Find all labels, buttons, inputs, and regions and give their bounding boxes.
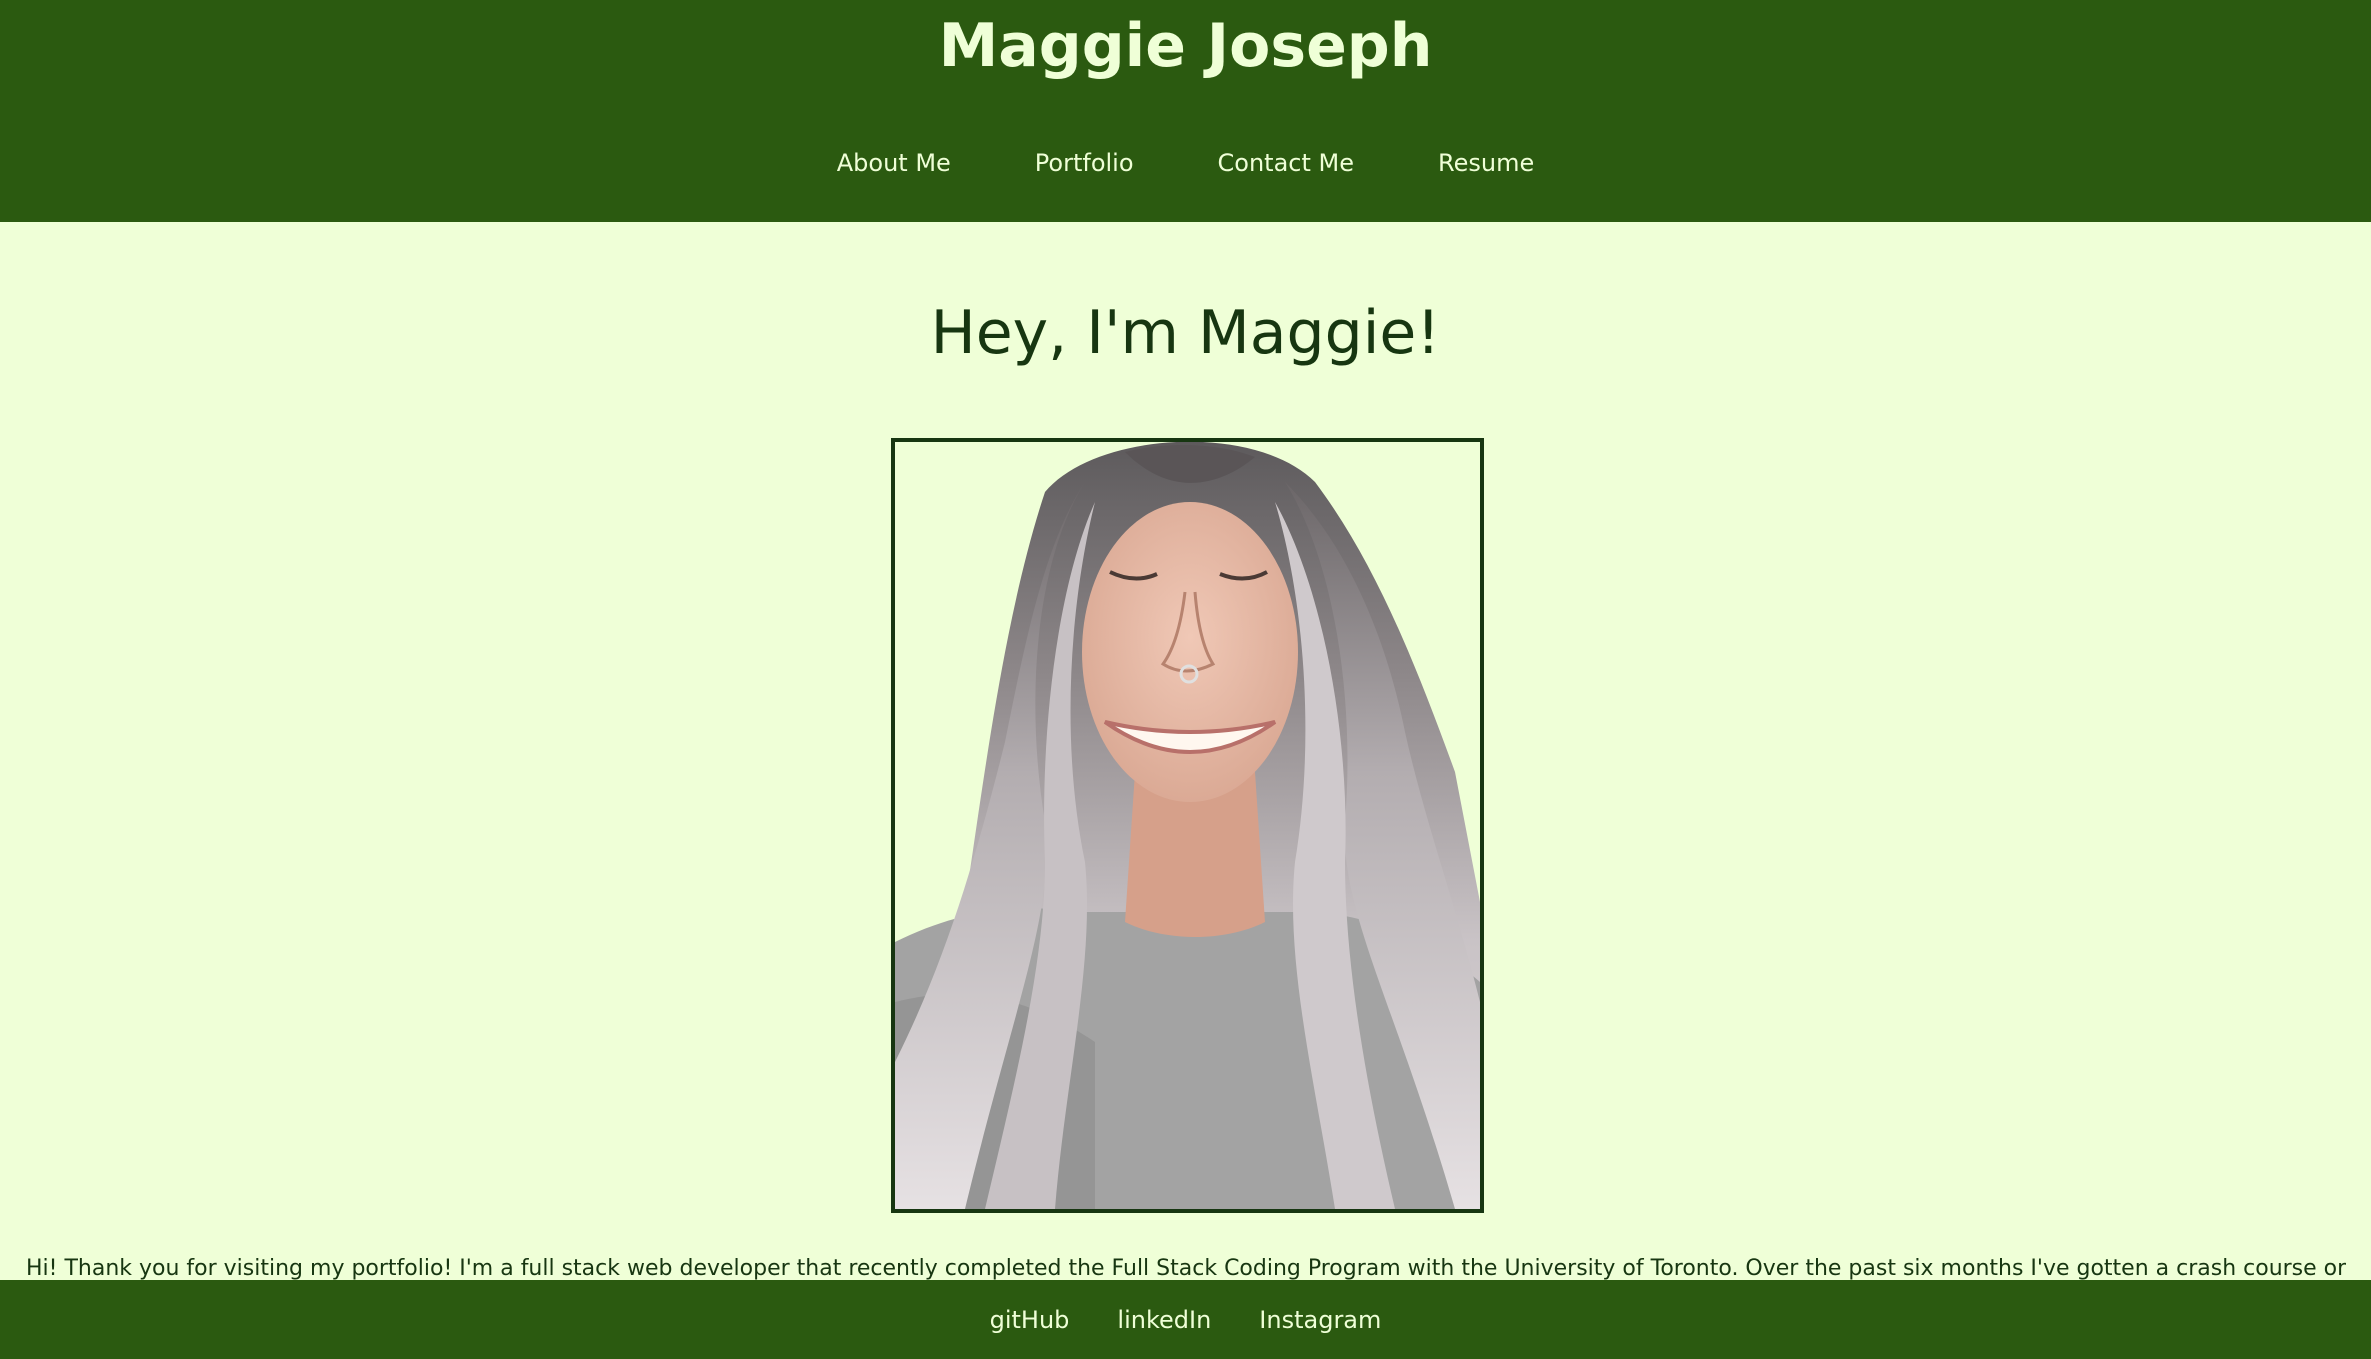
nav-resume[interactable]: Resume [1438,143,1534,183]
profile-photo [891,438,1484,1213]
nav-portfolio[interactable]: Portfolio [1035,143,1134,183]
profile-photo-illustration [895,442,1480,1209]
nav-contact-me[interactable]: Contact Me [1218,143,1354,183]
site-header: Maggie Joseph About Me Portfolio Contact… [0,0,2371,222]
footer-instagram-link[interactable]: Instagram [1259,1300,1381,1340]
footer-linkedin-link[interactable]: linkedIn [1117,1300,1211,1340]
page-heading: Hey, I'm Maggie! [930,298,1441,368]
site-title: Maggie Joseph [938,11,1433,81]
site-footer: gitHub linkedIn Instagram [0,1280,2371,1359]
main-nav: About Me Portfolio Contact Me Resume [0,143,2371,183]
footer-github-link[interactable]: gitHub [990,1300,1070,1340]
nav-about-me[interactable]: About Me [837,143,951,183]
